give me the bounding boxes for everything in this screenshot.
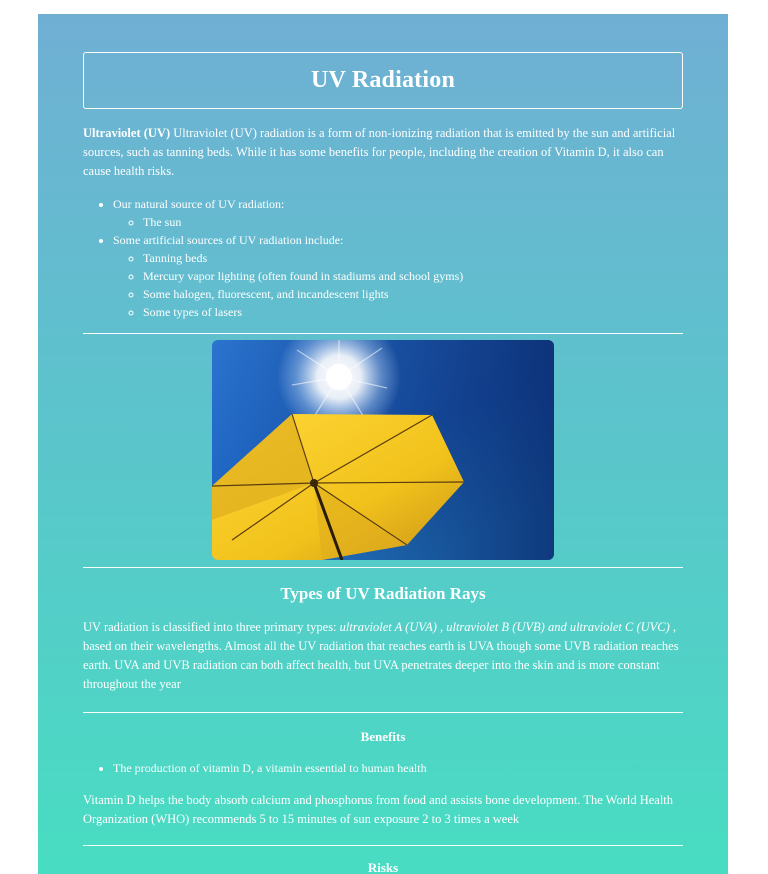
- natural-source-label: Our natural source of UV radiation:: [113, 197, 285, 211]
- benefits-list: The production of vitamin D, a vitamin e…: [83, 759, 683, 777]
- content-card: UV Radiation Ultraviolet (UV) Ultraviole…: [38, 14, 728, 874]
- list-item: Some types of lasers: [143, 303, 683, 321]
- types-paragraph: UV radiation is classified into three pr…: [83, 618, 683, 694]
- list-item: Mercury vapor lighting (often found in s…: [143, 267, 683, 285]
- intro-paragraph: Ultraviolet (UV) Ultraviolet (UV) radiat…: [83, 124, 683, 181]
- list-item: The production of vitamin D, a vitamin e…: [113, 759, 683, 777]
- title-box: UV Radiation: [83, 52, 683, 109]
- list-item: Some artificial sources of UV radiation …: [113, 231, 683, 321]
- benefits-heading: Benefits: [360, 729, 406, 744]
- types-heading: Types of UV Radiation Rays: [280, 584, 486, 603]
- vitamin-d-paragraph: Vitamin D helps the body absorb calcium …: [83, 793, 674, 826]
- umbrella-sun-photo-icon: [212, 340, 554, 560]
- natural-sources-sublist: The sun: [113, 213, 683, 231]
- artificial-source-label: Some artificial sources of UV radiation …: [113, 233, 344, 247]
- list-item: The sun: [143, 213, 683, 231]
- risks-heading: Risks: [367, 860, 399, 874]
- divider: [83, 712, 683, 713]
- list-item: Our natural source of UV radiation: The …: [113, 195, 683, 231]
- list-item: Tanning beds: [143, 249, 683, 267]
- list-item: Some halogen, fluorescent, and incandesc…: [143, 285, 683, 303]
- divider: [83, 333, 683, 334]
- intro-lead: Ultraviolet (UV): [83, 126, 171, 140]
- types-italic: ultraviolet A (UVA) , ultraviolet B (UVB…: [339, 620, 670, 634]
- divider: [83, 567, 683, 568]
- divider: [83, 845, 683, 846]
- sources-list: Our natural source of UV radiation: The …: [83, 195, 683, 321]
- content-column: UV Radiation Ultraviolet (UV) Ultraviole…: [83, 52, 683, 874]
- intro-text: Ultraviolet (UV) radiation is a form of …: [83, 126, 676, 178]
- artificial-sources-sublist: Tanning beds Mercury vapor lighting (oft…: [113, 249, 683, 321]
- umbrella-sun-image: [212, 340, 554, 560]
- page-title: UV Radiation: [311, 67, 455, 93]
- types-text-before: UV radiation is classified into three pr…: [83, 620, 340, 634]
